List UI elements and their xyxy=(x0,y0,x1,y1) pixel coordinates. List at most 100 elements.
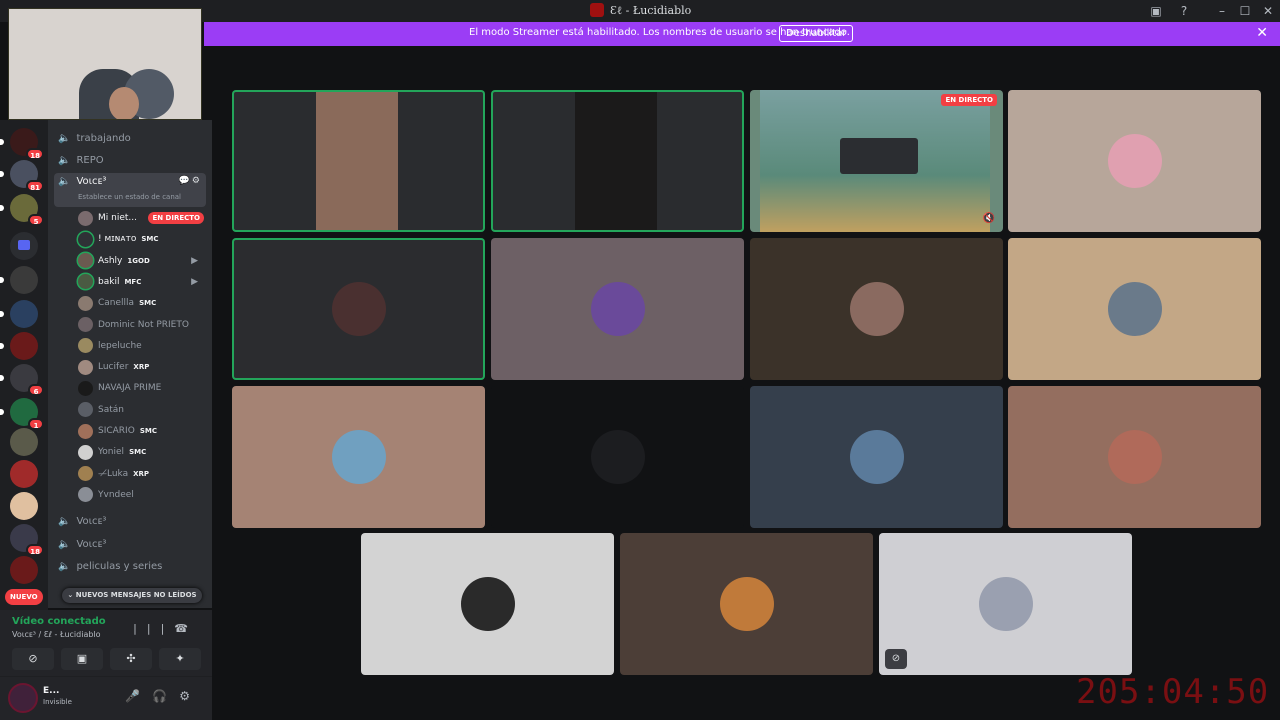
server-icon[interactable] xyxy=(0,266,38,294)
member-name: ! ᴍɪɴᴀᴛᴏ xyxy=(98,234,137,245)
member-name: Dominic Not PRIETO xyxy=(98,319,189,330)
voice-channel[interactable]: 🔈 REPO xyxy=(58,151,104,169)
unread-label: NUEVOS MENSAJES NO LEÍDOS xyxy=(75,591,197,599)
inbox-icon[interactable]: ▣ xyxy=(1146,2,1166,20)
soundboard-button[interactable]: ✦ xyxy=(159,648,201,670)
connection-status[interactable]: Vídeo conectado xyxy=(12,616,106,627)
participant-tile[interactable] xyxy=(750,386,1003,528)
participant-tile[interactable] xyxy=(1008,238,1261,380)
user-controls[interactable]: 🎤🎧⚙ xyxy=(125,689,202,703)
connection-channel-path[interactable]: Voιcᴇ³ / Ɛℓ - Łucidiablo xyxy=(12,630,101,639)
speaker-icon: 🔈 xyxy=(58,538,71,550)
voice-member[interactable]: lepeluche xyxy=(78,337,208,355)
participant-tile[interactable] xyxy=(1008,90,1261,232)
member-tag: XRP xyxy=(133,363,150,372)
member-tag: SMC xyxy=(139,299,157,308)
voice-member[interactable]: bakil MFC ▶ xyxy=(78,273,208,291)
member-avatar xyxy=(78,402,93,418)
member-name: —̸Luka xyxy=(98,468,129,479)
screen-share-button[interactable]: ▣ xyxy=(61,648,103,670)
speaker-icon: 🔈 xyxy=(58,132,71,144)
participant-tile[interactable] xyxy=(232,238,485,380)
server-icon[interactable] xyxy=(10,556,38,584)
voice-member[interactable]: ! ᴍɪɴᴀᴛᴏ SMC xyxy=(78,230,208,248)
voice-channel[interactable]: 🔈 Voιcᴇ³ xyxy=(58,535,106,553)
server-icon[interactable] xyxy=(10,460,38,488)
server-icon[interactable]: 1 xyxy=(0,398,44,430)
video-off-icon[interactable]: ⊘ xyxy=(885,649,907,669)
voice-member[interactable]: Yvndeel xyxy=(78,486,208,504)
participant-tile[interactable] xyxy=(750,238,1003,380)
channel-label: trabajando xyxy=(76,132,131,144)
voice-member[interactable]: Dominic Not PRIETO xyxy=(78,316,208,334)
help-icon[interactable]: ? xyxy=(1174,2,1194,20)
participant-tile[interactable] xyxy=(361,533,614,675)
voice-panel-icons[interactable]: |||☎ xyxy=(133,622,198,635)
channel-status[interactable]: Establece un estado de canal xyxy=(78,193,181,201)
participant-tile[interactable] xyxy=(491,238,744,380)
participant-tile[interactable] xyxy=(232,90,485,232)
window-title: Ɛℓ - Łucidiablo xyxy=(590,3,691,17)
participant-tile[interactable] xyxy=(232,386,485,528)
voice-member[interactable]: —̸Luka XRP xyxy=(78,465,208,483)
server-badge: 81 xyxy=(26,180,44,192)
participant-avatar xyxy=(849,282,904,336)
server-icon[interactable]: 6 xyxy=(0,364,44,396)
user-name[interactable]: E... xyxy=(43,686,59,696)
channel-label: peliculas y series xyxy=(76,560,163,572)
close-banner-icon[interactable]: ✕ xyxy=(1256,25,1268,41)
voice-channel[interactable]: 🔈 peliculas y series xyxy=(58,557,162,575)
participant-avatar xyxy=(1107,134,1162,188)
voice-member[interactable]: Canellla SMC xyxy=(78,294,208,312)
folder-icon[interactable] xyxy=(10,232,38,260)
voice-channel[interactable]: 🔈 Voιcᴇ³ xyxy=(58,512,106,530)
channel-list: 🔈 trabajando 🔈 REPO 🔈 Voιcᴇ³ 💬⚙ Establec… xyxy=(48,120,212,608)
voice-channel[interactable]: 🔈 trabajando xyxy=(58,129,131,147)
voice-member[interactable]: Yoniel SMC xyxy=(78,443,208,461)
stream-muted-icon[interactable]: 🔇 xyxy=(983,213,995,224)
minimize-button[interactable]: – xyxy=(1212,2,1232,20)
voice-member[interactable]: SICARIO SMC xyxy=(78,422,208,440)
member-name: Yoniel xyxy=(98,447,125,458)
close-window-button[interactable]: ✕ xyxy=(1258,2,1278,20)
server-icon[interactable]: 18 xyxy=(0,128,44,160)
server-icon[interactable]: 18 xyxy=(10,524,44,556)
new-unread-pill[interactable]: NUEVO xyxy=(5,589,43,605)
maximize-button[interactable]: ☐ xyxy=(1235,2,1255,20)
member-avatar xyxy=(78,444,93,460)
participant-tile[interactable]: EN DIRECTO 🔇 xyxy=(750,90,1003,232)
disable-streamer-button[interactable]: Deshabilitar xyxy=(779,25,854,42)
camera-off-button[interactable]: ⊘ xyxy=(12,648,54,670)
server-badge: 6 xyxy=(28,384,44,396)
participant-avatar xyxy=(978,577,1033,631)
activities-button[interactable]: ✣ xyxy=(110,648,152,670)
participant-avatar xyxy=(331,282,386,336)
server-icon[interactable] xyxy=(0,300,38,328)
camera-feed xyxy=(316,92,398,230)
participant-tile[interactable] xyxy=(491,90,744,232)
member-name: Ashly xyxy=(98,255,123,266)
channel-action-icons[interactable]: 💬⚙ xyxy=(179,176,202,186)
voice-member[interactable]: Ashly 1GOD ▶ xyxy=(78,252,208,270)
unread-messages-pill[interactable]: ⌄ NUEVOS MENSAJES NO LEÍDOS xyxy=(62,588,202,603)
participant-tile[interactable]: ⊘ xyxy=(879,533,1132,675)
voice-member[interactable]: Lucifer XRP xyxy=(78,358,208,376)
server-icon[interactable] xyxy=(0,332,38,360)
server-icon[interactable] xyxy=(10,428,38,456)
server-folder-icon[interactable]: 5 xyxy=(0,194,44,226)
server-icon[interactable]: 81 xyxy=(0,160,44,192)
voice-member[interactable]: Mi niet... EN DIRECTO xyxy=(78,209,208,227)
user-avatar[interactable] xyxy=(8,683,38,713)
member-tag: MFC xyxy=(124,277,142,286)
server-icon[interactable] xyxy=(10,492,38,520)
voice-member[interactable]: NAVAJA PRIME xyxy=(78,379,208,397)
member-avatar xyxy=(78,487,93,503)
participant-tile[interactable] xyxy=(491,386,744,528)
participant-tile[interactable] xyxy=(1008,386,1261,528)
voice-member[interactable]: Satán xyxy=(78,401,208,419)
member-avatar xyxy=(78,210,93,226)
video-grid: EN DIRECTO 🔇 ⊘ xyxy=(212,46,1280,720)
user-status: Invisible xyxy=(43,698,72,706)
voice-channel-active[interactable]: 🔈 Voιcᴇ³ 💬⚙ Establece un estado de canal xyxy=(54,173,206,207)
participant-tile[interactable] xyxy=(620,533,873,675)
